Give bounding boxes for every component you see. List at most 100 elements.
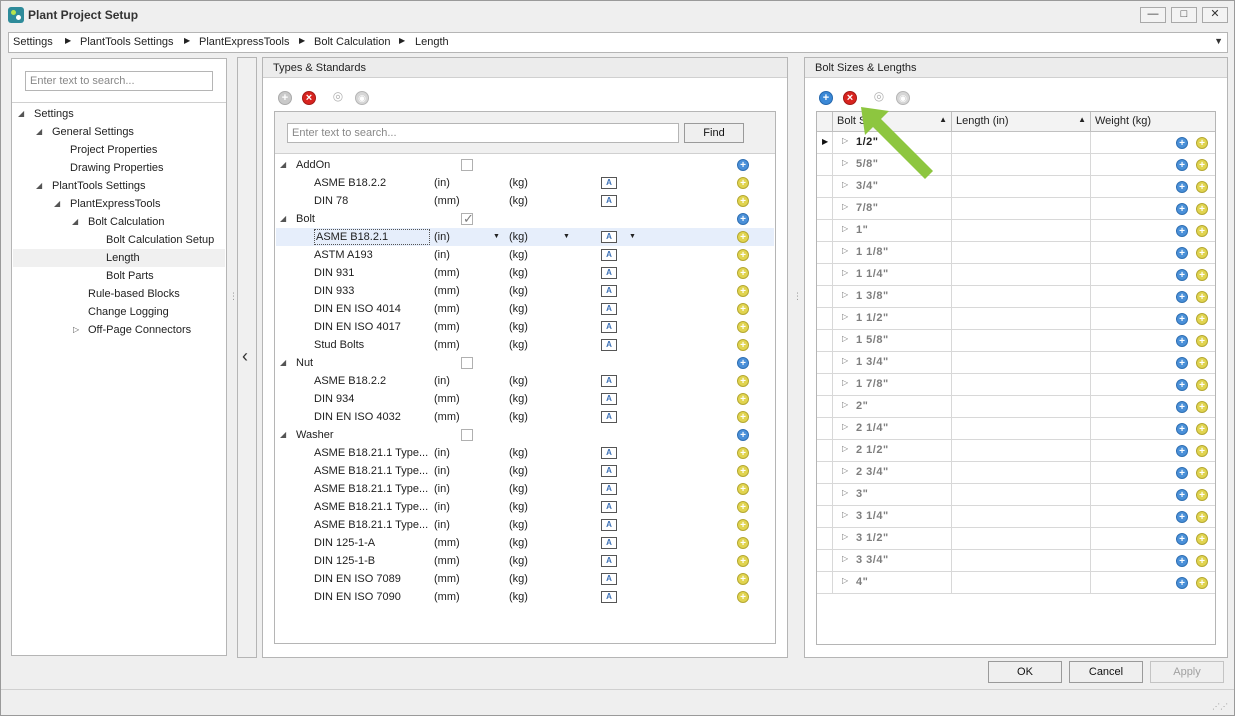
text-style-icon[interactable]: A — [601, 501, 617, 513]
tree-item-rule-based-blocks[interactable]: Rule-based Blocks — [13, 285, 225, 303]
length-unit[interactable]: (mm) — [434, 390, 460, 408]
add-length-icon[interactable]: + — [1176, 423, 1188, 435]
standard-name[interactable]: ASME B18.21.1 Type... — [314, 444, 428, 462]
bolt-size-row[interactable]: ▷ 2 1/4" + + — [817, 418, 1215, 440]
standard-name[interactable]: DIN EN ISO 4017 — [314, 318, 401, 336]
expand-arrow-icon[interactable]: ◢ — [72, 213, 78, 231]
expand-arrow-icon[interactable]: ◢ — [36, 123, 42, 141]
breadcrumb-item-plantexpresstools[interactable]: PlantExpressTools — [199, 36, 290, 48]
expand-arrow-icon[interactable]: ◢ — [280, 210, 286, 228]
weight-unit[interactable]: (kg) — [509, 570, 528, 588]
delete-type-icon[interactable]: × — [302, 91, 316, 105]
add-child-icon[interactable]: + — [1196, 357, 1208, 369]
length-cell[interactable] — [952, 396, 1091, 418]
expand-arrow-icon[interactable]: ▷ — [842, 180, 848, 189]
expand-arrow-icon[interactable]: ▷ — [842, 158, 848, 167]
add-child-icon[interactable]: + — [1196, 379, 1208, 391]
expand-arrow-icon[interactable]: ▷ — [842, 334, 848, 343]
bolt-size-row[interactable]: ▷ 3 1/4" + + — [817, 506, 1215, 528]
ok-button[interactable]: OK — [988, 661, 1062, 683]
add-child-icon[interactable]: + — [1196, 313, 1208, 325]
weight-unit[interactable]: (kg) — [509, 282, 528, 300]
types-search-input[interactable]: Enter text to search... — [287, 123, 679, 143]
length-unit[interactable]: (in) — [434, 444, 450, 462]
expand-arrow-icon[interactable]: ▷ — [842, 576, 848, 585]
standard-name[interactable]: DIN EN ISO 4032 — [314, 408, 401, 426]
expand-arrow-icon[interactable]: ◢ — [18, 105, 24, 123]
bolt-size-row[interactable]: ▷ 7/8" + + — [817, 198, 1215, 220]
type-row[interactable]: DIN 125-1-A (mm) (kg) A + — [276, 534, 774, 552]
expand-arrow-icon[interactable]: ▷ — [842, 356, 848, 365]
length-unit[interactable]: (in) — [434, 462, 450, 480]
bolt-size-row[interactable]: ▷ 2 3/4" + + — [817, 462, 1215, 484]
add-length-icon[interactable]: + — [1176, 335, 1188, 347]
length-unit[interactable]: (mm) — [434, 570, 460, 588]
add-length-icon[interactable]: + — [1176, 137, 1188, 149]
length-unit[interactable]: (mm) — [434, 552, 460, 570]
add-length-icon[interactable]: + — [1176, 489, 1188, 501]
type-row[interactable]: DIN 125-1-B (mm) (kg) A + — [276, 552, 774, 570]
expand-arrow-icon[interactable]: ◢ — [280, 426, 286, 444]
bolt-size-row[interactable]: ▷ 1 5/8" + + — [817, 330, 1215, 352]
add-row-icon[interactable]: + — [737, 213, 749, 225]
type-group-row[interactable]: ◢ Washer + — [276, 426, 774, 444]
standard-name[interactable]: DIN EN ISO 4014 — [314, 300, 401, 318]
collapsed-arrow-icon[interactable]: ▷ — [73, 321, 79, 339]
add-child-icon[interactable]: + — [1196, 291, 1208, 303]
standard-name[interactable]: ASME B18.2.2 — [314, 174, 386, 192]
hide-eye-icon[interactable]: ◎ — [872, 90, 886, 104]
text-style-icon[interactable]: A — [601, 393, 617, 405]
add-length-icon[interactable]: + — [1176, 445, 1188, 457]
expand-arrow-icon[interactable]: ◢ — [280, 156, 286, 174]
add-child-icon[interactable]: + — [1196, 577, 1208, 589]
add-child-icon[interactable]: + — [737, 537, 749, 549]
text-style-icon[interactable]: A — [601, 375, 617, 387]
add-child-icon[interactable]: + — [1196, 247, 1208, 259]
type-row[interactable]: ASME B18.21.1 Type... (in) (kg) A + — [276, 516, 774, 534]
add-row-icon[interactable]: + — [737, 357, 749, 369]
add-child-icon[interactable]: + — [1196, 489, 1208, 501]
type-row[interactable]: ASME B18.2.2 (in) (kg) A + — [276, 372, 774, 390]
expand-arrow-icon[interactable]: ▷ — [842, 466, 848, 475]
tree-item-project-properties[interactable]: Project Properties — [13, 141, 225, 159]
standard-name[interactable]: DIN 933 — [314, 282, 354, 300]
expand-arrow-icon[interactable]: ◢ — [280, 354, 286, 372]
expand-arrow-icon[interactable]: ▷ — [842, 136, 848, 145]
length-unit[interactable]: (mm) — [434, 336, 460, 354]
length-unit[interactable]: (in) — [434, 480, 450, 498]
breadcrumb-item-planttools[interactable]: PlantTools Settings — [80, 36, 174, 48]
add-child-icon[interactable]: + — [737, 573, 749, 585]
tree-item-length[interactable]: Length — [13, 249, 225, 267]
add-length-icon[interactable]: + — [1176, 379, 1188, 391]
standard-name[interactable]: DIN 125-1-B — [314, 552, 375, 570]
tree-item-bolt-parts[interactable]: Bolt Parts — [13, 267, 225, 285]
standard-name[interactable]: DIN 934 — [314, 390, 354, 408]
bolt-size-row[interactable]: ▷ 3 3/4" + + — [817, 550, 1215, 572]
standard-name[interactable]: Stud Bolts — [314, 336, 364, 354]
expand-arrow-icon[interactable]: ▷ — [842, 422, 848, 431]
add-child-icon[interactable]: + — [1196, 269, 1208, 281]
standard-name[interactable]: DIN 78 — [314, 192, 348, 210]
group-checkbox[interactable] — [461, 357, 473, 369]
group-checkbox[interactable] — [461, 429, 473, 441]
add-child-icon[interactable]: + — [1196, 181, 1208, 193]
add-child-icon[interactable]: + — [737, 447, 749, 459]
cancel-button[interactable]: Cancel — [1069, 661, 1143, 683]
tree-item-drawing-properties[interactable]: Drawing Properties — [13, 159, 225, 177]
bolt-size-row[interactable]: ▷ 1 1/4" + + — [817, 264, 1215, 286]
add-length-icon[interactable]: + — [1176, 203, 1188, 215]
length-cell[interactable] — [952, 198, 1091, 220]
text-style-icon[interactable]: A — [601, 267, 617, 279]
add-row-icon[interactable]: + — [737, 159, 749, 171]
add-child-icon[interactable]: + — [737, 249, 749, 261]
tree-item-plantexpresstools[interactable]: ◢ PlantExpressTools — [13, 195, 225, 213]
text-style-icon[interactable]: A — [601, 231, 617, 243]
add-length-icon[interactable]: + — [1176, 401, 1188, 413]
group-checkbox[interactable] — [461, 159, 473, 171]
weight-unit[interactable]: (kg) — [509, 390, 528, 408]
length-cell[interactable] — [952, 484, 1091, 506]
type-group-row[interactable]: ◢ Bolt + — [276, 210, 774, 228]
standard-name[interactable]: ASME B18.21.1 Type... — [314, 516, 428, 534]
length-unit[interactable]: (mm) — [434, 408, 460, 426]
type-row[interactable]: ASME B18.21.1 Type... (in) (kg) A + — [276, 462, 774, 480]
